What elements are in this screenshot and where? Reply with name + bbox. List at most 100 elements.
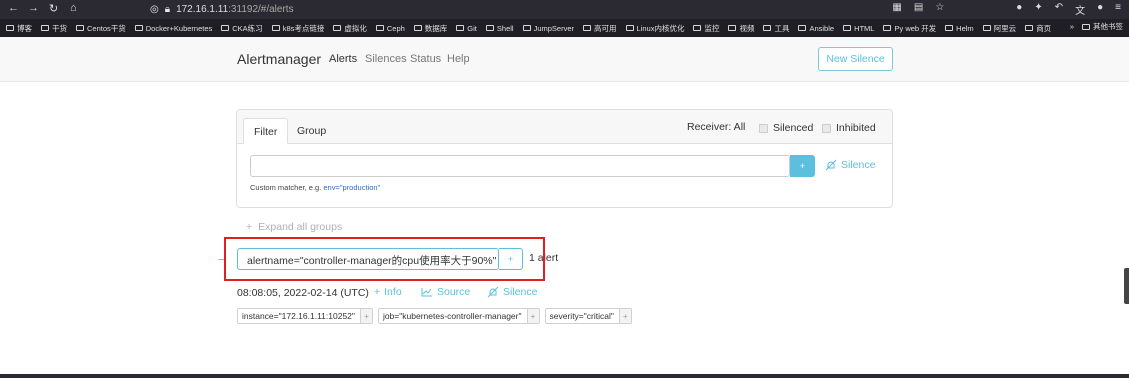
add-label-icon[interactable]: + <box>526 309 539 323</box>
brand[interactable]: Alertmanager <box>237 51 321 67</box>
bookmark-label[interactable]: 视频 <box>739 23 754 34</box>
expand-all-label[interactable]: Expand all groups <box>258 221 342 233</box>
folder-icon <box>945 25 954 31</box>
bookmark-item[interactable]: 干货 <box>41 23 67 34</box>
bookmark-item[interactable]: JumpServer <box>522 24 574 33</box>
nav-alerts[interactable]: Alerts <box>329 53 357 65</box>
bookmark-label[interactable]: Helm <box>956 24 974 33</box>
reader-icon[interactable]: ▤ <box>914 2 923 17</box>
bookmark-item[interactable]: Ansible <box>798 24 834 33</box>
bookmark-item[interactable]: HTML <box>843 24 874 33</box>
back-icon[interactable]: ← <box>8 2 19 14</box>
bookmark-item[interactable]: 虚拟化 <box>333 23 367 34</box>
bookmark-item[interactable]: 高可用 <box>583 23 617 34</box>
bookmark-label[interactable]: 干货 <box>52 23 67 34</box>
expand-all-groups[interactable]: + Expand all groups <box>246 221 342 233</box>
bookmark-item[interactable]: 阿里云 <box>982 23 1017 34</box>
undo-icon[interactable]: ↶ <box>1055 2 1063 17</box>
bookmark-label[interactable]: Py web 开发 <box>894 23 936 34</box>
silenced-label: Silenced <box>773 122 814 134</box>
bookmark-label[interactable]: 博客 <box>17 23 32 34</box>
new-silence-button[interactable]: New Silence <box>818 47 893 71</box>
bookmark-item[interactable]: Linux内核优化 <box>625 23 685 34</box>
filter-card-header: Filter Group Receiver: All Silenced Inhi… <box>237 110 892 144</box>
filter-input[interactable] <box>250 155 790 177</box>
adblock-icon[interactable]: ● <box>1097 2 1103 17</box>
qr-icon[interactable]: ▦ <box>892 2 901 17</box>
star-icon[interactable]: ☆ <box>935 2 944 17</box>
translate-icon[interactable]: 文 <box>1075 2 1085 17</box>
bookmark-label[interactable]: 监控 <box>704 23 719 34</box>
inhibited-checkbox[interactable]: Inhibited <box>822 122 876 134</box>
folder-icon <box>763 25 772 31</box>
bell-slash-icon <box>825 159 837 171</box>
bookmark-label[interactable]: 虚拟化 <box>344 23 367 34</box>
bookmark-item[interactable]: Shell <box>485 24 514 33</box>
bookmark-item[interactable]: Centos干货 <box>76 23 126 34</box>
menu-icon[interactable]: ≡ <box>1115 2 1121 17</box>
extension-icon[interactable]: ✦ <box>1034 2 1042 17</box>
bookmark-item[interactable]: 博客 <box>6 23 32 34</box>
nav-silences[interactable]: Silences <box>365 53 407 65</box>
bookmark-label[interactable]: JumpServer <box>534 24 574 33</box>
bookmark-label[interactable]: Ansible <box>809 24 834 33</box>
label-severity[interactable]: severity="critical" + <box>544 308 632 324</box>
bookmark-label[interactable]: Git <box>467 24 477 33</box>
bookmark-label[interactable]: k8s考点链接 <box>283 23 325 34</box>
folder-icon <box>6 25 14 31</box>
checkbox-icon[interactable] <box>822 123 831 133</box>
bookmark-item[interactable]: 工具 <box>763 23 789 34</box>
url-text[interactable]: 172.16.1.11:31192/#/alerts <box>176 4 294 15</box>
silence-link-label[interactable]: Silence <box>841 159 875 171</box>
bookmark-label[interactable]: 数据库 <box>425 23 448 34</box>
chevron-right-icon[interactable]: » <box>1070 22 1074 31</box>
bookmark-label[interactable]: CKA练习 <box>232 23 262 34</box>
address-bar[interactable]: ◎ 🔒︎ 172.16.1.11:31192/#/alerts <box>150 1 294 17</box>
bookmark-item[interactable]: Py web 开发 <box>883 23 936 34</box>
alert-silence-button[interactable]: Silence <box>487 286 537 298</box>
add-label-icon[interactable]: + <box>359 309 372 323</box>
bookmark-item[interactable]: Git <box>456 24 477 33</box>
bookmark-label[interactable]: Linux内核优化 <box>637 23 685 34</box>
folder-icon <box>76 25 84 31</box>
label-job[interactable]: job="kubernetes-controller-manager" + <box>377 308 540 324</box>
silence-filter-link[interactable]: Silence <box>825 159 875 171</box>
bookmark-item[interactable]: k8s考点链接 <box>271 23 325 34</box>
bookmark-label[interactable]: Ceph <box>387 24 405 33</box>
bookmark-item[interactable]: Ceph <box>375 24 405 33</box>
alert-source-button[interactable]: Source <box>421 286 470 298</box>
home-icon[interactable]: ⌂ <box>70 2 77 14</box>
bookmark-item[interactable]: 商页 <box>1025 23 1051 34</box>
receiver-select[interactable]: Receiver: All <box>687 121 745 133</box>
bookmark-item[interactable]: 数据库 <box>413 23 448 34</box>
nav-help[interactable]: Help <box>447 53 470 65</box>
bookmark-label[interactable]: Centos干货 <box>87 23 126 34</box>
bookmark-label[interactable]: 商页 <box>1036 23 1051 34</box>
reload-icon[interactable]: ↻ <box>49 2 58 15</box>
checkbox-icon[interactable] <box>759 123 768 133</box>
bookmark-label[interactable]: 高可用 <box>594 23 617 34</box>
bookmark-item[interactable]: Docker+Kubernetes <box>134 24 213 33</box>
bookmark-item[interactable]: 视频 <box>728 23 754 34</box>
bookmark-label[interactable]: Shell <box>497 24 514 33</box>
label-instance[interactable]: instance="172.16.1.11:10252" + <box>237 308 373 324</box>
bookmark-item[interactable]: Helm <box>945 24 974 33</box>
bookmark-item[interactable]: 监控 <box>693 23 719 34</box>
alert-info-button[interactable]: + Info <box>374 286 402 298</box>
other-bookmarks[interactable]: » 其他书签 <box>1070 21 1123 32</box>
bookmarks-bar: 博客 干货 Centos干货 Docker+Kubernetes CKA练习 k8s考点链… <box>0 19 1129 37</box>
forward-icon[interactable]: → <box>28 2 39 14</box>
tab-group[interactable]: Group <box>287 118 336 144</box>
bookmark-label[interactable]: HTML <box>854 24 874 33</box>
tab-filter[interactable]: Filter <box>243 118 289 144</box>
nav-status[interactable]: Status <box>410 53 441 65</box>
silenced-checkbox[interactable]: Silenced <box>759 122 813 134</box>
add-filter-button[interactable]: + <box>790 155 815 177</box>
scroll-handle[interactable] <box>1124 268 1129 304</box>
bookmark-label[interactable]: Docker+Kubernetes <box>146 24 213 33</box>
add-label-icon[interactable]: + <box>618 309 631 323</box>
bookmark-item[interactable]: CKA练习 <box>221 23 263 34</box>
account-icon[interactable]: ● <box>1016 2 1022 17</box>
bookmark-label[interactable]: 阿里云 <box>994 23 1017 34</box>
bookmark-label[interactable]: 工具 <box>774 23 789 34</box>
